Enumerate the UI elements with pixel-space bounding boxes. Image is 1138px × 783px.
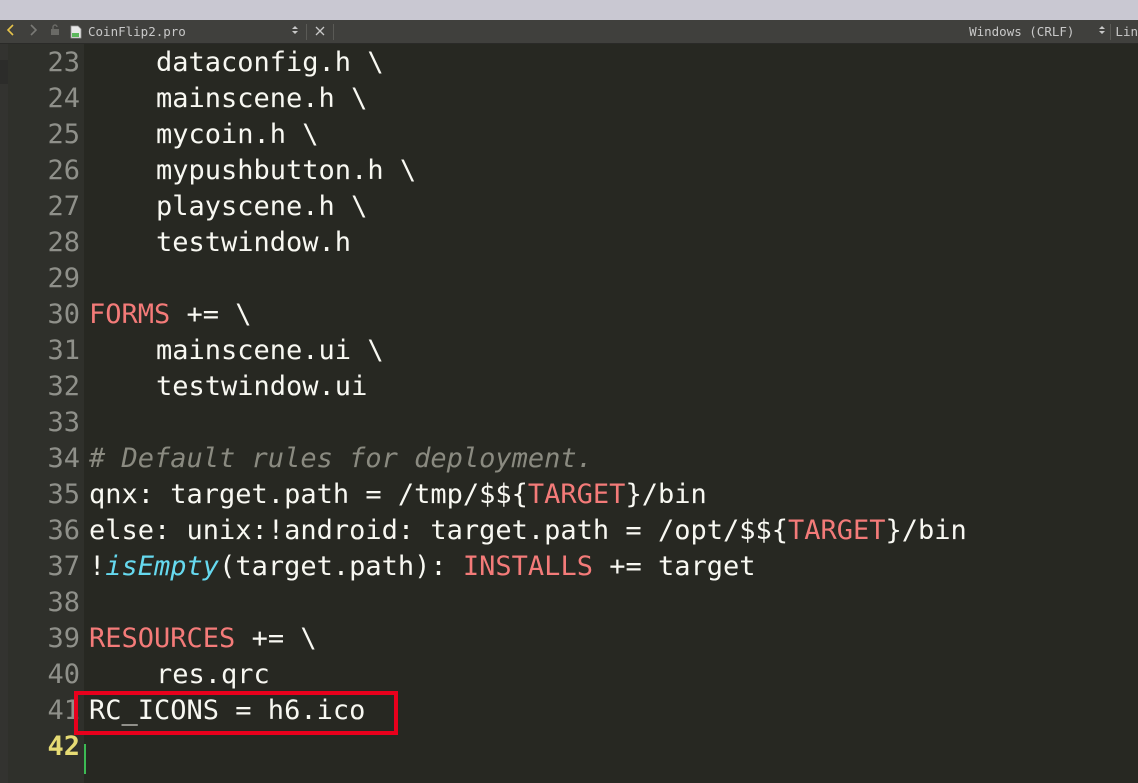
line-number: 23 [47, 47, 80, 78]
code-line: dataconfig.h \ [156, 45, 384, 81]
code-line: res.qrc [156, 657, 270, 693]
code-line: else: unix:!android: target.path = /opt/… [89, 513, 967, 549]
line-number: 28 [47, 227, 80, 258]
code-token: dataconfig.h \ [156, 47, 384, 78]
toolbar-divider [1110, 23, 1112, 40]
code-token: += \ [170, 299, 252, 330]
code-line: testwindow.ui [156, 369, 367, 405]
code-line: qnx: target.path = /tmp/$${TARGET}/bin [89, 477, 707, 513]
line-column-label: Lin [1115, 24, 1138, 39]
line-number: 41 [47, 695, 80, 726]
line-number: 37 [47, 551, 80, 582]
line-number: 36 [47, 515, 80, 546]
forward-button[interactable] [22, 20, 44, 44]
line-number: 29 [47, 263, 80, 294]
code-line: mycoin.h \ [156, 117, 319, 153]
code-line: testwindow.h [156, 225, 351, 261]
lock-icon [49, 24, 61, 39]
line-number: 35 [47, 479, 80, 510]
line-number: 32 [47, 371, 80, 402]
line-column-selector[interactable]: Lin [1098, 23, 1138, 40]
code-line: # Default rules for deployment. [89, 441, 593, 477]
editor-left-margin [0, 44, 8, 783]
up-down-arrows-icon [1098, 24, 1106, 39]
code-token: += target [592, 551, 756, 582]
code-token: isEmpty [105, 551, 220, 582]
code-token: mainscene.h \ [156, 83, 368, 114]
close-document-button[interactable] [311, 20, 329, 44]
window-top-strip [0, 0, 1138, 20]
code-token: mainscene.ui \ [156, 335, 384, 366]
code-token: RC_ICONS = h6.ico [89, 695, 366, 726]
code-token: testwindow.ui [156, 371, 368, 402]
editor-toolbar: CoinFlip2.pro Windows (CRLF) Lin [0, 20, 1138, 44]
code-token: TARGET [527, 479, 626, 510]
code-line: !isEmpty(target.path): INSTALLS += targe… [89, 549, 756, 585]
code-line: FORMS += \ [89, 297, 252, 333]
toolbar-divider [306, 23, 307, 40]
line-number: 30 [47, 299, 80, 330]
line-number: 24 [47, 83, 80, 114]
code-token: FORMS [89, 299, 171, 330]
code-token: res.qrc [156, 659, 270, 690]
line-number: 25 [47, 119, 80, 150]
text-cursor [84, 744, 86, 774]
chevron-right-icon [28, 24, 38, 39]
code-line: playscene.h \ [156, 189, 367, 225]
code-token: (target.path): [219, 551, 463, 582]
line-number: 26 [47, 155, 80, 186]
code-token: # Default rules for deployment. [89, 443, 593, 474]
line-number: 42 [47, 731, 80, 762]
code-token: mypushbutton.h \ [156, 155, 417, 186]
code-line: mainscene.h \ [156, 81, 367, 117]
line-number: 34 [47, 443, 80, 474]
line-ending-selector[interactable]: Windows (CRLF) [969, 24, 1074, 39]
toolbar-divider [333, 23, 334, 40]
chevron-left-icon [6, 24, 16, 39]
file-selector-label[interactable]: CoinFlip2.pro [88, 24, 288, 39]
line-number: 39 [47, 623, 80, 654]
code-token: qnx: target.path = /tmp/$${ [89, 479, 528, 510]
close-icon [315, 24, 325, 39]
code-line: mypushbutton.h \ [156, 153, 416, 189]
line-number-gutter[interactable]: 23 24 25 26 27 28 29 30 31 32 33 34 35 36 37 38 39 40 41 42 [8, 44, 84, 783]
qt-project-file-icon [70, 25, 82, 39]
code-token: INSTALLS [462, 551, 593, 582]
code-line: RESOURCES += \ [89, 621, 317, 657]
code-token: playscene.h \ [156, 191, 368, 222]
code-editor[interactable]: dataconfig.h \ mainscene.h \ mycoin.h \ myp… [84, 44, 1138, 783]
line-number: 38 [47, 587, 80, 618]
line-number: 40 [47, 659, 80, 690]
code-line: RC_ICONS = h6.ico [89, 693, 365, 729]
back-button[interactable] [0, 20, 22, 44]
code-line: mainscene.ui \ [156, 333, 384, 369]
line-number: 33 [47, 407, 80, 438]
code-token: else: unix:!android: target.path = /opt/… [89, 515, 788, 546]
code-token: testwindow.h [156, 227, 352, 258]
lock-button[interactable] [44, 20, 66, 44]
code-token: ! [89, 551, 106, 582]
code-token: TARGET [787, 515, 886, 546]
code-token: }/bin [885, 515, 967, 546]
code-token: mycoin.h \ [156, 119, 319, 150]
line-number: 27 [47, 191, 80, 222]
code-token: RESOURCES [89, 623, 236, 654]
code-token: }/bin [625, 479, 707, 510]
code-token: += \ [235, 623, 317, 654]
file-selector-arrows[interactable] [288, 20, 302, 44]
line-number: 31 [47, 335, 80, 366]
up-down-arrows-icon [291, 24, 299, 39]
